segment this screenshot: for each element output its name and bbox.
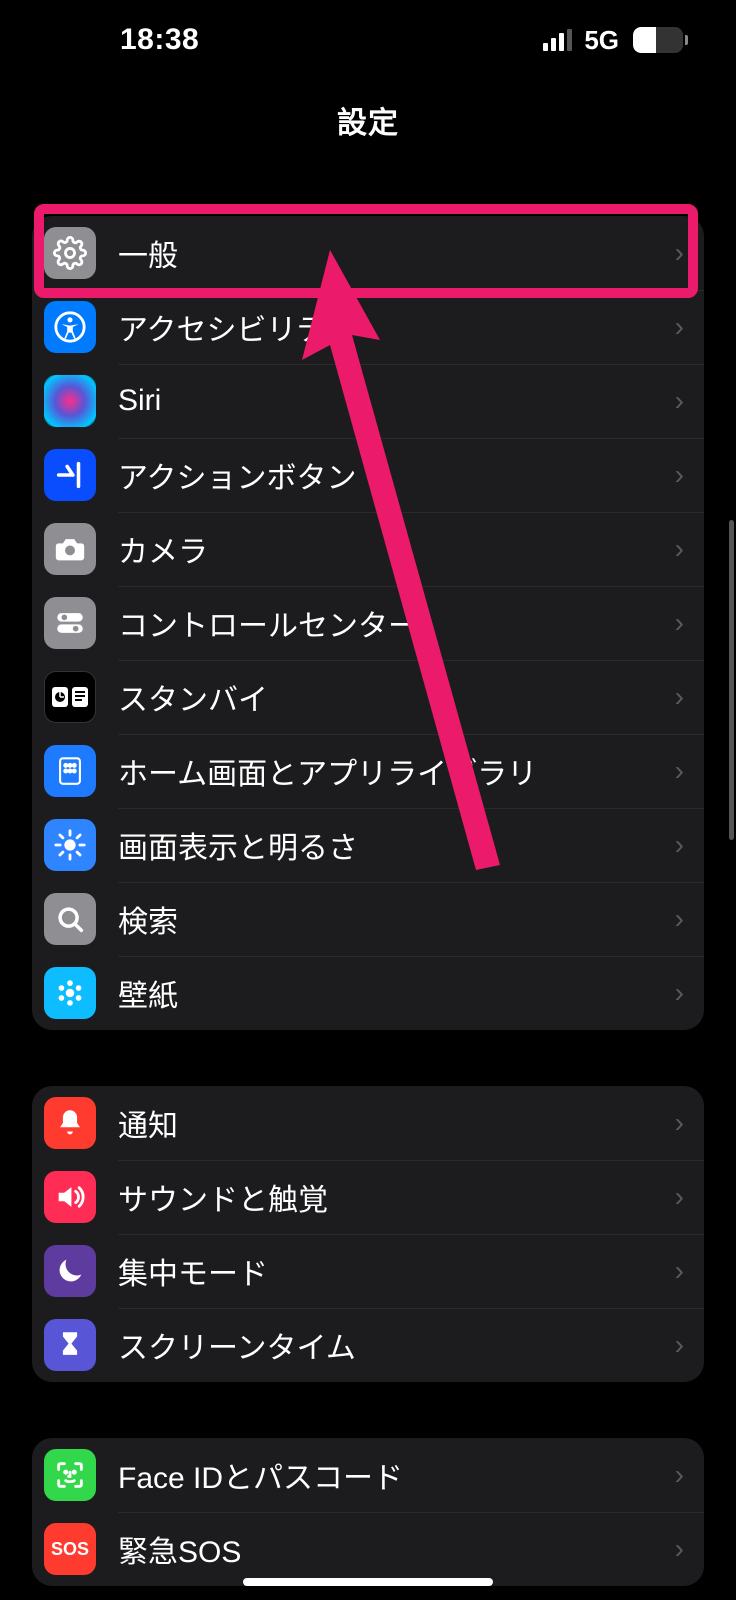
standby-icon [44,671,96,723]
row-siri[interactable]: Siri › [32,364,704,438]
settings-group-2: 通知 › サウンドと触覚 › 集中モード › [32,1086,704,1382]
row-face-id-passcode[interactable]: Face IDとパスコード › [32,1438,704,1512]
settings-group-1: 一般 › アクセシビリテ › Siri › [32,216,704,1030]
row-label: 緊急SOS [118,1527,675,1571]
row-label: 集中モード [118,1249,675,1293]
row-wallpaper[interactable]: 壁紙 › [32,956,704,1030]
camera-icon [44,523,96,575]
face-id-icon [44,1449,96,1501]
chevron-right-icon: › [675,903,684,935]
chevron-right-icon: › [675,1181,684,1213]
search-icon [44,893,96,945]
row-display-brightness[interactable]: 画面表示と明るさ › [32,808,704,882]
row-accessibility[interactable]: アクセシビリテ › [32,290,704,364]
row-label: Face IDとパスコード [118,1453,675,1497]
row-emergency-sos[interactable]: SOS 緊急SOS › [32,1512,704,1586]
row-label: アクセシビリテ [118,305,675,349]
row-home-screen[interactable]: ホーム画面とアプリライブラリ › [32,734,704,808]
chevron-right-icon: › [675,311,684,343]
row-label: Siri [118,384,675,418]
chevron-right-icon: › [675,1459,684,1491]
chevron-right-icon: › [675,459,684,491]
chevron-right-icon: › [675,1533,684,1565]
chevron-right-icon: › [675,533,684,565]
hourglass-icon [44,1319,96,1371]
row-label: 検索 [118,897,675,941]
row-notifications[interactable]: 通知 › [32,1086,704,1160]
row-sounds-haptics[interactable]: サウンドと触覚 › [32,1160,704,1234]
battery-percent: 45 [633,27,683,53]
control-center-icon [44,597,96,649]
row-camera[interactable]: カメラ › [32,512,704,586]
row-control-center[interactable]: コントロールセンター › [32,586,704,660]
chevron-right-icon: › [675,1255,684,1287]
accessibility-icon [44,301,96,353]
row-focus[interactable]: 集中モード › [32,1234,704,1308]
brightness-icon [44,819,96,871]
chevron-right-icon: › [675,1107,684,1139]
speaker-icon [44,1171,96,1223]
moon-icon [44,1245,96,1297]
siri-icon [44,375,96,427]
row-standby[interactable]: スタンバイ › [32,660,704,734]
row-action-button[interactable]: アクションボタン › [32,438,704,512]
settings-scroll[interactable]: 一般 › アクセシビリテ › Siri › [0,216,736,1586]
chevron-right-icon: › [675,607,684,639]
status-time: 18:38 [48,23,199,57]
row-label: 一般 [118,231,675,275]
navbar: 設定 [0,80,736,160]
sos-icon: SOS [44,1523,96,1575]
action-button-icon [44,449,96,501]
bell-icon [44,1097,96,1149]
row-screen-time[interactable]: スクリーンタイム › [32,1308,704,1382]
home-indicator[interactable] [243,1578,493,1586]
row-label: コントロールセンター [118,601,675,645]
cellular-signal-icon [543,29,572,51]
wallpaper-icon [44,967,96,1019]
gear-icon [44,227,96,279]
chevron-right-icon: › [675,237,684,269]
home-screen-icon [44,745,96,797]
battery-indicator: 45 [633,27,688,53]
scroll-indicator [729,520,734,840]
page-title: 設定 [337,98,399,142]
sos-text: SOS [51,1539,89,1560]
row-label: スクリーンタイム [118,1323,675,1367]
status-bar: 18:38 5G 45 [0,0,736,80]
row-label: 壁紙 [118,971,675,1015]
row-label: カメラ [118,527,675,571]
row-label: スタンバイ [118,675,675,719]
chevron-right-icon: › [675,681,684,713]
chevron-right-icon: › [675,829,684,861]
row-label: 画面表示と明るさ [118,823,675,867]
row-general[interactable]: 一般 › [32,216,704,290]
chevron-right-icon: › [675,755,684,787]
row-label: 通知 [118,1101,675,1145]
chevron-right-icon: › [675,977,684,1009]
settings-group-3: Face IDとパスコード › SOS 緊急SOS › [32,1438,704,1586]
chevron-right-icon: › [675,385,684,417]
row-label: ホーム画面とアプリライブラリ [118,749,675,793]
chevron-right-icon: › [675,1329,684,1361]
row-search[interactable]: 検索 › [32,882,704,956]
row-label: アクションボタン [118,453,675,497]
network-label: 5G [584,25,619,56]
status-right: 5G 45 [543,25,688,56]
row-label: サウンドと触覚 [118,1175,675,1219]
